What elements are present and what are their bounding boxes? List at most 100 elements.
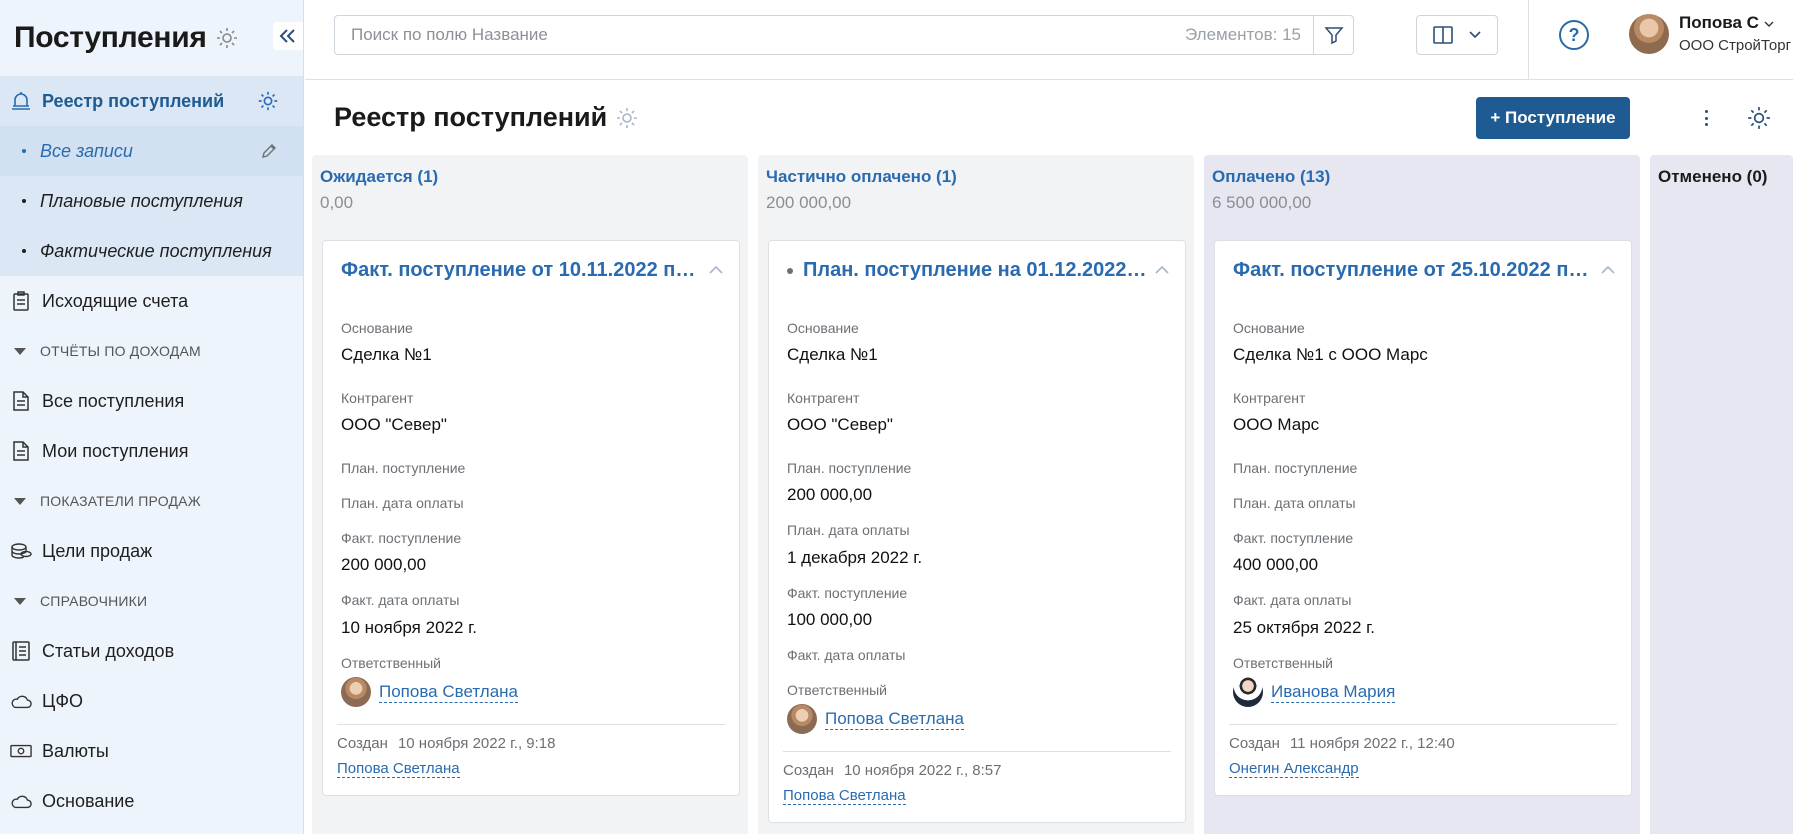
sidebar-subitem-all-records[interactable]: Все записи [0,126,303,176]
avatar [1629,13,1669,54]
created-label: Создан [783,762,834,779]
field-label: План. поступление [1233,460,1358,476]
responsible: Попова Светлана [341,677,518,707]
field-label: План. дата оплаты [1233,495,1356,511]
field-label: Факт. поступление [787,585,908,601]
receipt-card[interactable]: План. поступление на 01.12.2022 по ООО "… [768,240,1186,823]
column-title[interactable]: Оплачено (13) [1212,167,1330,187]
sidebar-item-currencies[interactable]: Валюты [0,726,303,776]
field-value: 1 декабря 2022 г. [787,548,923,567]
bell-icon [10,90,32,112]
field-label: Факт. дата оплаты [787,647,906,663]
created-meta: Создан 10 ноября 2022 г., 9:18 [337,735,555,752]
sidebar-header: Поступления [0,0,303,76]
author-link[interactable]: Попова Светлана [783,787,906,805]
sidebar-subitem-actual[interactable]: Фактические поступления [0,226,303,276]
card-title[interactable]: Факт. поступление от 10.11.2022 по ООО "… [341,259,701,282]
author-link[interactable]: Попова Светлана [337,760,460,778]
sidebar-item-registry[interactable]: Реестр поступлений [0,76,303,126]
column-title[interactable]: Ожидается (1) [320,167,438,187]
field-label: Факт. дата оплаты [1233,592,1352,608]
responsible-link[interactable]: Попова Светлана [825,709,964,730]
responsible-link[interactable]: Иванова Мария [1271,682,1396,703]
section-label: СПРАВОЧНИКИ [40,593,148,609]
responsible-link[interactable]: Попова Светлана [379,682,518,703]
field-value: 10 ноября 2022 г. [341,618,477,637]
question-icon: ? [1568,24,1580,45]
field-value: ООО "Север" [787,415,893,434]
created-date: 10 ноября 2022 г., 9:18 [397,735,556,752]
sidebar-item-my-receipts[interactable]: Мои поступления [0,426,303,476]
responsible: Попова Светлана [787,704,964,734]
field-label: Ответственный [341,655,441,671]
view-mode-button[interactable] [1416,15,1498,55]
section-references[interactable]: СПРАВОЧНИКИ [0,576,303,626]
sidebar-item-basis[interactable]: Основание [0,776,303,826]
section-label: ПОКАЗАТЕЛИ ПРОДАЖ [40,493,201,509]
page-title-text: Реестр поступлений [334,102,608,132]
sidebar-item-label: Исходящие счета [42,290,189,311]
chevron-up-icon[interactable] [709,265,723,274]
avatar [787,704,817,734]
list-book-icon [10,640,32,662]
section-sales-indicators[interactable]: ПОКАЗАТЕЛИ ПРОДАЖ [0,476,303,526]
field-value: 200 000,00 [341,555,427,574]
user-menu[interactable]: Попова С ООО СтройТорг [1629,13,1791,54]
field-label: Факт. дата оплаты [341,592,460,608]
sidebar-item-sales-goals[interactable]: Цели продаж [0,526,303,576]
gear-icon[interactable] [257,90,279,112]
chevron-up-icon[interactable] [1601,265,1615,274]
sidebar-item-outgoing-invoices[interactable]: Исходящие счета [0,276,303,326]
clipboard-icon [10,290,32,312]
field-value: 400 000,00 [1233,555,1319,574]
gear-icon[interactable] [615,106,639,130]
field-label: Контрагент [341,390,414,406]
sidebar-item-income-items[interactable]: Статьи доходов [0,626,303,676]
field-label: План. поступление [787,460,912,476]
collapse-sidebar-button[interactable] [273,22,303,50]
status-dot [787,267,793,274]
field-label: Факт. поступление [341,530,462,546]
receipt-card[interactable]: Факт. поступление от 25.10.2022 по ООО М… [1214,240,1632,796]
sidebar-subitem-label: Плановые поступления [40,190,243,211]
pencil-icon[interactable] [261,143,277,159]
column-title[interactable]: Частично оплачено (1) [766,167,957,187]
field-label: План. дата оплаты [787,522,910,538]
kebab-dot [1704,116,1708,120]
field-label: Ответственный [787,682,887,698]
card-title[interactable]: План. поступление на 01.12.2022 по ООО "… [787,259,1147,282]
sidebar-item-cfo[interactable]: ЦФО [0,676,303,726]
avatar [1233,677,1263,707]
search-input[interactable] [335,25,1185,45]
author-link[interactable]: Онегин Александр [1229,760,1359,778]
filter-button[interactable] [1313,16,1353,54]
field-label: Основание [1233,320,1305,336]
gear-icon[interactable] [215,26,239,50]
sidebar-item-label: Все поступления [42,390,185,411]
sidebar-subitem-label: Все записи [40,140,133,161]
gear-icon[interactable] [1746,105,1772,131]
add-receipt-button[interactable]: + Поступление [1476,97,1630,139]
card-title[interactable]: Факт. поступление от 25.10.2022 по ООО М… [1233,259,1593,282]
created-meta: Создан 11 ноября 2022 г., 12:40 [1229,735,1455,752]
topbar: Элементов: 15 ? Попова С ООО СтройТорг [305,0,1793,80]
sidebar-item-label: Реестр поступлений [42,90,225,111]
help-button[interactable]: ? [1559,20,1589,50]
field-value: 100 000,00 [787,610,873,629]
chevron-down-icon [1469,31,1481,39]
divider [1528,0,1529,80]
bullet [22,249,26,253]
field-label: План. поступление [341,460,466,476]
section-income-reports[interactable]: ОТЧЁТЫ ПО ДОХОДАМ [0,326,303,376]
chevron-up-icon[interactable] [1155,265,1169,274]
more-menu-button[interactable] [1696,106,1716,130]
sidebar-item-all-receipts[interactable]: Все поступления [0,376,303,426]
receipt-card[interactable]: Факт. поступление от 10.11.2022 по ООО "… [322,240,740,796]
column-title[interactable]: Отменено (0) [1658,167,1767,187]
avatar [341,677,371,707]
sidebar-subitem-planned[interactable]: Плановые поступления [0,176,303,226]
columns-icon [1433,26,1453,44]
sidebar-subitem-label: Фактические поступления [40,240,272,261]
kanban-column-paid: Оплачено (13) 6 500 000,00 Факт. поступл… [1204,155,1640,834]
kanban-column-cancelled: Отменено (0) [1650,155,1793,834]
